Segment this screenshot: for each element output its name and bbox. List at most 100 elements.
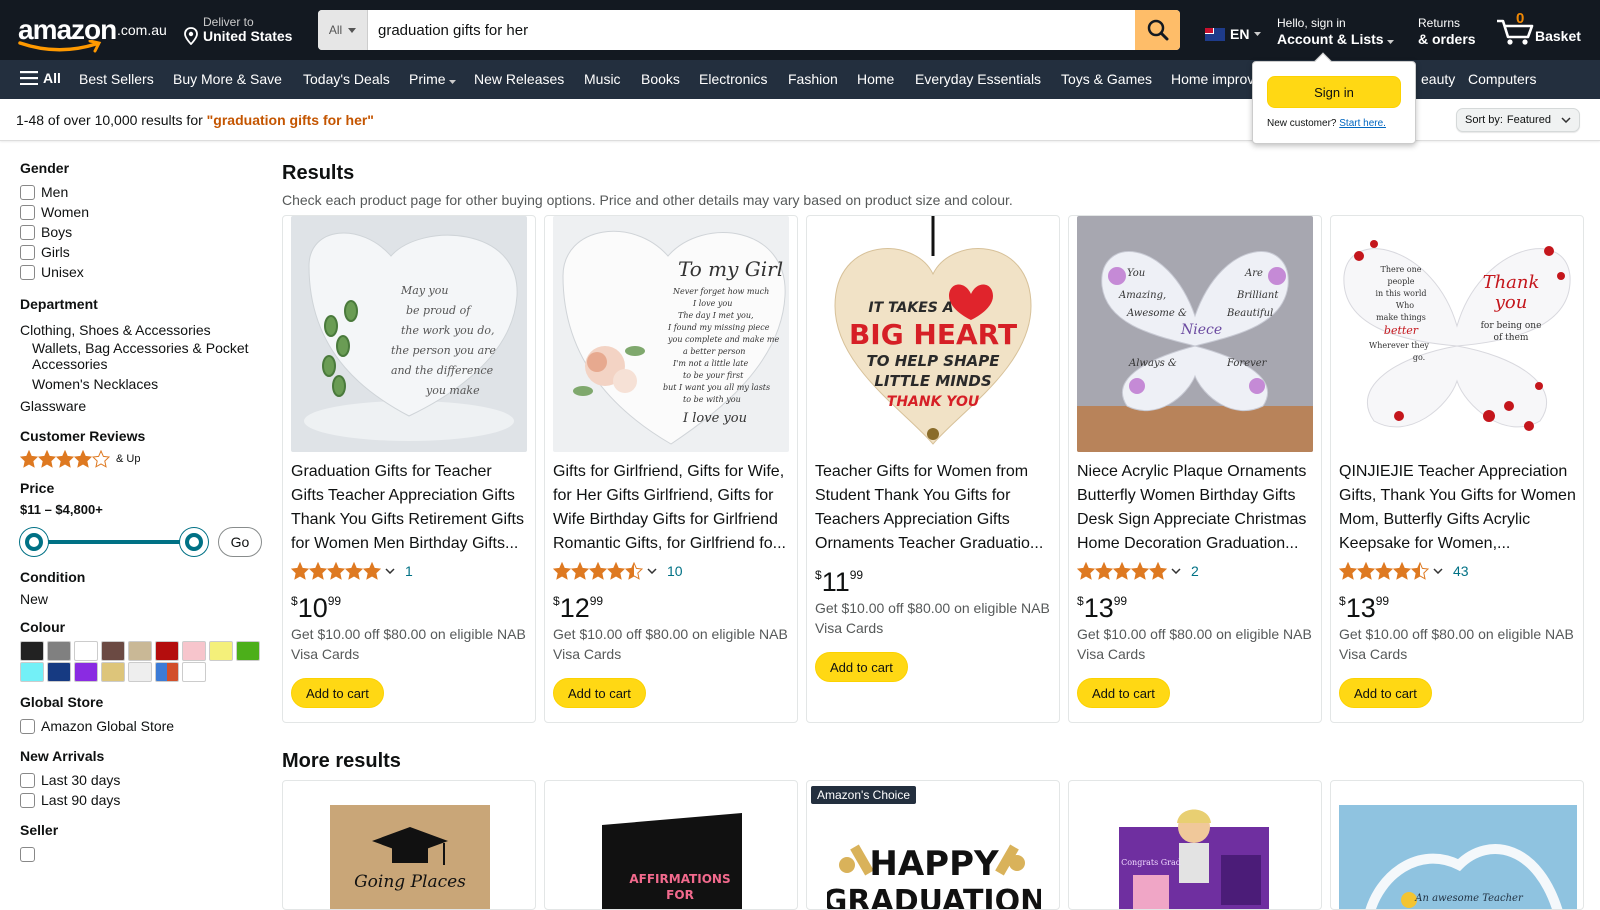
and-up-label: & Up <box>116 453 141 465</box>
colour-swatch-1[interactable] <box>47 641 71 661</box>
colour-swatch-5[interactable] <box>155 641 179 661</box>
colour-swatch-12[interactable] <box>101 662 125 682</box>
product-image[interactable]: Going Places <box>330 805 490 909</box>
caret-down-icon <box>449 80 457 84</box>
product-rating[interactable]: 10 <box>553 562 683 580</box>
nav-toys-games[interactable]: Toys & Games <box>1061 71 1152 87</box>
gender-women-checkbox[interactable]: Women <box>20 202 260 222</box>
colour-swatch-9[interactable] <box>20 662 44 682</box>
basket-button[interactable]: 0 Basket <box>1495 10 1585 48</box>
gender-unisex-checkbox[interactable]: Unisex <box>20 262 260 282</box>
price-go-button[interactable]: Go <box>218 527 262 557</box>
seller-checkbox[interactable] <box>20 844 260 864</box>
colour-swatch-4[interactable] <box>128 641 152 661</box>
gender-girls-checkbox[interactable]: Girls <box>20 242 260 262</box>
four-stars-up-filter[interactable]: & Up <box>20 450 260 468</box>
search-submit-button[interactable] <box>1135 10 1180 50</box>
product-title-link[interactable]: QINJIEJIE Teacher Appreciation Gifts, Th… <box>1339 460 1577 556</box>
add-to-cart-button[interactable]: Add to cart <box>1339 678 1432 708</box>
gender-boys-checkbox[interactable]: Boys <box>20 222 260 242</box>
search-input[interactable] <box>368 10 1135 50</box>
colour-swatch-2[interactable] <box>74 641 98 661</box>
product-title-link[interactable]: Niece Acrylic Plaque Ornaments Butterfly… <box>1077 460 1315 556</box>
product-image[interactable]: AFFIRMATIONS FOR <box>592 805 752 909</box>
deliver-to-location[interactable]: Deliver to United States <box>184 15 304 47</box>
gender-men-checkbox[interactable]: Men <box>20 182 260 202</box>
language-selector[interactable]: EN <box>1205 24 1262 44</box>
product-image[interactable]: IT TAKES A BIG HEART TO HELP SHAPE LITTL… <box>815 216 1051 452</box>
add-to-cart-button[interactable]: Add to cart <box>291 678 384 708</box>
product-rating[interactable]: 2 <box>1077 562 1199 580</box>
product-image[interactable]: An awesome Teacher <box>1339 805 1577 909</box>
last-30-days-checkbox[interactable]: Last 30 days <box>20 770 260 790</box>
product-price[interactable]: $11 99 <box>815 568 863 596</box>
product-title-link[interactable]: Graduation Gifts for Teacher Gifts Teach… <box>291 460 529 556</box>
nav-everyday-essentials[interactable]: Everyday Essentials <box>915 71 1041 87</box>
nav-home-improvement[interactable]: Home improv <box>1171 71 1254 87</box>
last-90-days-checkbox[interactable]: Last 90 days <box>20 790 260 810</box>
nav-todays-deals[interactable]: Today's Deals <box>303 71 390 87</box>
condition-filter-title: Condition <box>20 569 86 585</box>
search-category-dropdown[interactable]: All <box>318 10 368 50</box>
colour-swatch-10[interactable] <box>47 662 71 682</box>
product-title-link[interactable]: Gifts for Girlfriend, Gifts for Wife, fo… <box>553 460 791 556</box>
condition-new-link[interactable]: New <box>20 591 260 607</box>
product-image[interactable]: May you be proud of the work you do, the… <box>291 216 527 452</box>
price-slider-min-handle[interactable] <box>20 528 48 556</box>
account-lists-menu[interactable]: Hello, sign in Account & Lists <box>1277 16 1395 47</box>
product-title-link[interactable]: Teacher Gifts for Women from Student Tha… <box>815 460 1053 556</box>
more-results-heading: More results <box>282 750 401 772</box>
add-to-cart-button[interactable]: Add to cart <box>553 678 646 708</box>
colour-swatch-15[interactable] <box>182 662 206 682</box>
nav-prime[interactable]: Prime <box>409 71 457 87</box>
product-rating[interactable]: 43 <box>1339 562 1469 580</box>
nav-home[interactable]: Home <box>857 71 894 87</box>
product-price[interactable]: $13 99 <box>1339 594 1389 622</box>
add-to-cart-button[interactable]: Add to cart <box>1077 678 1170 708</box>
amazon-global-store-checkbox[interactable]: Amazon Global Store <box>20 716 260 736</box>
nav-best-sellers[interactable]: Best Sellers <box>79 71 154 87</box>
nav-electronics[interactable]: Electronics <box>699 71 767 87</box>
product-price[interactable]: $10 99 <box>291 594 341 622</box>
start-here-link[interactable]: Start here. <box>1339 118 1386 129</box>
nav-fashion[interactable]: Fashion <box>788 71 838 87</box>
nav-music[interactable]: Music <box>584 71 621 87</box>
product-image[interactable]: HAPPY GRADUATION <box>827 805 1041 909</box>
dept-wallets-link[interactable]: Wallets, Bag Accessories & Pocket Access… <box>20 340 260 372</box>
colour-swatch-8[interactable] <box>236 641 260 661</box>
colour-swatch-6[interactable] <box>182 641 206 661</box>
dept-necklaces-link[interactable]: Women's Necklaces <box>20 376 260 392</box>
nav-new-releases[interactable]: New Releases <box>474 71 564 87</box>
colour-swatch-14[interactable] <box>155 662 179 682</box>
svg-text:people: people <box>1387 277 1414 286</box>
promo-text: Get $10.00 off $80.00 on eligible NAB Vi… <box>815 600 1050 636</box>
dept-glassware-link[interactable]: Glassware <box>20 396 260 416</box>
add-to-cart-button[interactable]: Add to cart <box>815 652 908 682</box>
nav-computers[interactable]: Computers <box>1468 71 1536 87</box>
product-image[interactable]: You Are Amazing, Brilliant Awesome & Bea… <box>1077 216 1313 452</box>
colour-swatch-0[interactable] <box>20 641 44 661</box>
all-menu-button[interactable]: All <box>20 70 61 86</box>
nav-buy-more-save[interactable]: Buy More & Save <box>173 71 282 87</box>
product-rating[interactable]: 1 <box>291 562 413 580</box>
product-price[interactable]: $13 99 <box>1077 594 1127 622</box>
signin-button[interactable]: Sign in <box>1267 76 1401 108</box>
colour-swatch-7[interactable] <box>209 641 233 661</box>
price-slider-max-handle[interactable] <box>180 528 208 556</box>
colour-swatch-3[interactable] <box>101 641 125 661</box>
product-image[interactable]: To my Girl Never forget how much I love … <box>553 216 789 452</box>
product-price[interactable]: $12 99 <box>553 594 603 622</box>
nav-beauty[interactable]: eauty <box>1421 71 1455 87</box>
amazon-logo[interactable]: amazon .com.au <box>18 12 168 53</box>
colour-swatch-13[interactable] <box>128 662 152 682</box>
dept-clothing-link[interactable]: Clothing, Shoes & Accessories <box>20 320 260 340</box>
nav-books[interactable]: Books <box>641 71 680 87</box>
colour-filter-title: Colour <box>20 619 66 635</box>
returns-orders-link[interactable]: Returns & orders <box>1418 16 1476 47</box>
sort-dropdown[interactable]: Sort by: Featured <box>1456 108 1580 132</box>
product-image[interactable]: There one people in this world Who make … <box>1339 216 1575 452</box>
colour-swatch-11[interactable] <box>74 662 98 682</box>
svg-text:I love you: I love you <box>692 299 732 308</box>
product-image[interactable]: Congrats Grad <box>1109 805 1279 909</box>
svg-text:Congrats Grad: Congrats Grad <box>1121 858 1181 867</box>
